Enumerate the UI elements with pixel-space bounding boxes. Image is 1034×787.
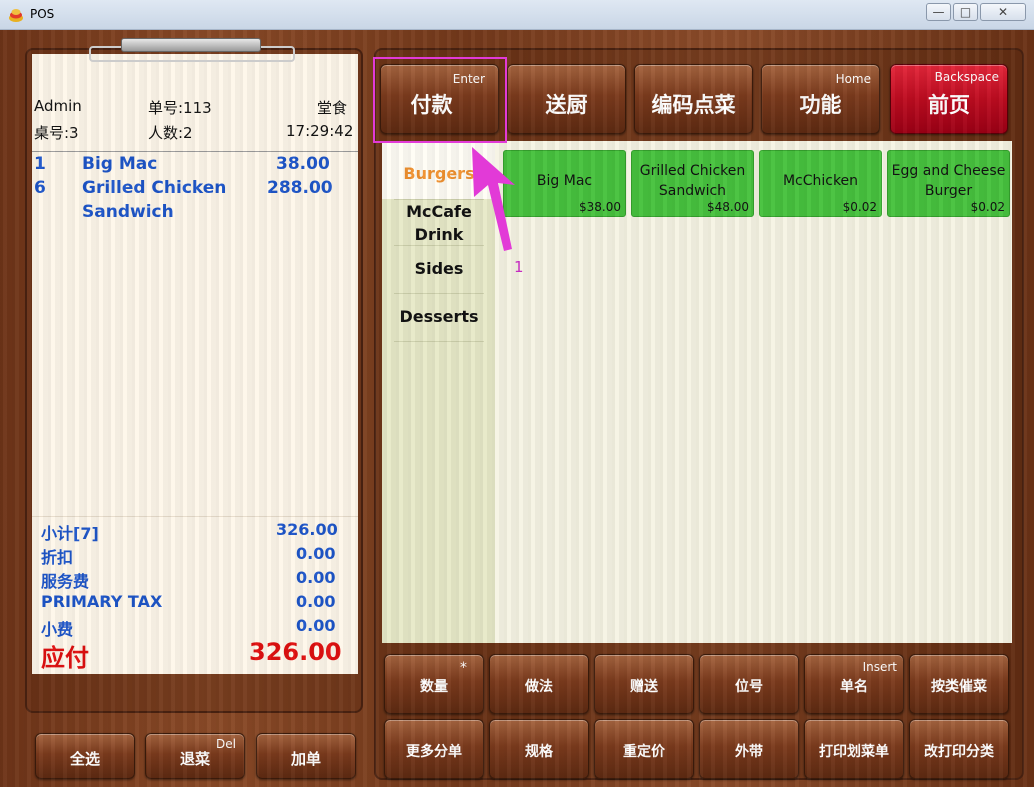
order-receipt: Admin 单号:113 堂食 桌号:3 人数:2 17:29:42 1 Big… <box>32 54 358 674</box>
add-order-button[interactable]: 加单 <box>256 733 356 779</box>
item-price: 288.00 <box>267 178 333 198</box>
previous-page-button[interactable]: Backspace 前页 <box>890 64 1008 134</box>
takeaway-label: 外带 <box>735 744 763 760</box>
item-qty: 1 <box>34 154 46 174</box>
dine-type: 堂食 <box>317 99 348 117</box>
quantity-label: 数量 <box>420 679 448 695</box>
item-name: Grilled Chicken <box>82 178 227 198</box>
product-tile-grilled-chicken-sandwich[interactable]: Grilled Chicken Sandwich $48.00 <box>631 150 754 217</box>
rush-by-category-label: 按类催菜 <box>931 679 987 695</box>
preparation-button[interactable]: 做法 <box>489 654 589 714</box>
order-name-button[interactable]: Insert 单名 <box>804 654 904 714</box>
print-checklist-button[interactable]: 打印划菜单 <box>804 719 904 779</box>
product-price: $38.00 <box>579 200 621 214</box>
takeaway-button[interactable]: 外带 <box>699 719 799 779</box>
tax-label: PRIMARY TAX <box>41 592 163 611</box>
product-name: Grilled Chicken Sandwich <box>639 163 746 199</box>
order-name-label: 单名 <box>840 679 868 695</box>
select-all-button[interactable]: 全选 <box>35 733 135 779</box>
discount-label: 折扣 <box>41 548 74 567</box>
service-fee-value: 0.00 <box>296 568 336 587</box>
code-order-button[interactable]: 编码点菜 <box>634 64 753 134</box>
annotation-highlight-box <box>373 57 507 143</box>
product-price: $48.00 <box>707 200 749 214</box>
shortcut-hint: Backspace <box>934 70 999 84</box>
close-button[interactable]: ✕ <box>980 3 1026 21</box>
product-name: McChicken <box>782 173 859 189</box>
window-title: POS <box>30 7 55 21</box>
seat-number-button[interactable]: 位号 <box>699 654 799 714</box>
send-to-kitchen-button[interactable]: 送厨 <box>507 64 626 134</box>
order-number: 单号:113 <box>148 99 212 117</box>
send-to-kitchen-label: 送厨 <box>545 93 588 117</box>
print-checklist-label: 打印划菜单 <box>819 744 889 760</box>
more-split-label: 更多分单 <box>406 744 462 760</box>
category-desserts[interactable]: Desserts <box>394 307 484 326</box>
category-sides[interactable]: Sides <box>394 259 484 278</box>
order-time: 17:29:42 <box>286 122 354 140</box>
table-number: 桌号:3 <box>34 124 79 142</box>
item-qty: 6 <box>34 178 46 198</box>
rush-by-category-button[interactable]: 按类催菜 <box>909 654 1009 714</box>
service-fee-label: 服务费 <box>41 572 90 591</box>
receipt-divider <box>32 151 358 152</box>
reprice-label: 重定价 <box>623 744 665 760</box>
seat-number-label: 位号 <box>735 679 763 695</box>
totals-divider <box>32 516 358 517</box>
tax-value: 0.00 <box>296 592 336 611</box>
item-price: 38.00 <box>276 154 330 174</box>
change-print-category-label: 改打印分类 <box>924 744 994 760</box>
product-tile-mcchicken[interactable]: McChicken $0.02 <box>759 150 882 217</box>
shortcut-hint: Insert <box>862 660 897 674</box>
category-divider <box>394 341 484 342</box>
item-name-line2: Sandwich <box>82 202 174 222</box>
amount-due-value: 326.00 <box>249 638 342 666</box>
previous-page-label: 前页 <box>928 93 970 117</box>
clipboard-clip-icon <box>89 38 295 64</box>
complimentary-label: 赠送 <box>630 679 658 695</box>
subtotal-label: 小计[7] <box>41 524 99 543</box>
shortcut-hint: * <box>460 660 467 676</box>
change-print-category-button[interactable]: 改打印分类 <box>909 719 1009 779</box>
select-all-label: 全选 <box>69 750 100 768</box>
return-item-button[interactable]: 退菜 Del <box>145 733 245 779</box>
app-logo-icon <box>9 9 23 22</box>
more-split-button[interactable]: 更多分单 <box>384 719 484 779</box>
code-order-label: 编码点菜 <box>651 93 736 117</box>
item-name: Big Mac <box>82 154 158 174</box>
product-tile-big-mac[interactable]: Big Mac $38.00 <box>503 150 626 217</box>
specification-label: 规格 <box>525 744 553 760</box>
subtotal-value: 326.00 <box>276 520 338 539</box>
shortcut-hint: Del <box>216 737 236 751</box>
product-price: $0.02 <box>842 200 877 214</box>
product-price: $0.02 <box>970 200 1005 214</box>
guest-count: 人数:2 <box>148 124 193 142</box>
maximize-button[interactable]: □ <box>953 3 978 21</box>
functions-button[interactable]: Home 功能 <box>761 64 880 134</box>
preparation-label: 做法 <box>525 679 553 695</box>
user-name: Admin <box>34 97 82 115</box>
specification-button[interactable]: 规格 <box>489 719 589 779</box>
title-bar: POS — □ ✕ <box>0 0 1034 30</box>
product-name: Egg and Cheese Burger <box>891 163 1006 199</box>
tip-value: 0.00 <box>296 616 336 635</box>
annotation-label: 1 <box>514 258 524 276</box>
quantity-button[interactable]: * 数量 <box>384 654 484 714</box>
category-divider <box>394 293 484 294</box>
functions-label: 功能 <box>799 93 842 117</box>
amount-due-label: 应付 <box>41 644 89 672</box>
tip-label: 小费 <box>41 620 74 639</box>
product-tile-egg-and-cheese-burger[interactable]: Egg and Cheese Burger $0.02 <box>887 150 1010 217</box>
discount-value: 0.00 <box>296 544 336 563</box>
reprice-button[interactable]: 重定价 <box>594 719 694 779</box>
pos-main: Admin 单号:113 堂食 桌号:3 人数:2 17:29:42 1 Big… <box>0 30 1034 787</box>
annotation-arrow-icon <box>472 147 515 251</box>
product-name: Big Mac <box>536 173 593 189</box>
shortcut-hint: Home <box>835 72 871 86</box>
minimize-button[interactable]: — <box>926 3 951 21</box>
complimentary-button[interactable]: 赠送 <box>594 654 694 714</box>
return-item-label: 退菜 <box>179 750 210 768</box>
add-order-label: 加单 <box>290 750 321 768</box>
